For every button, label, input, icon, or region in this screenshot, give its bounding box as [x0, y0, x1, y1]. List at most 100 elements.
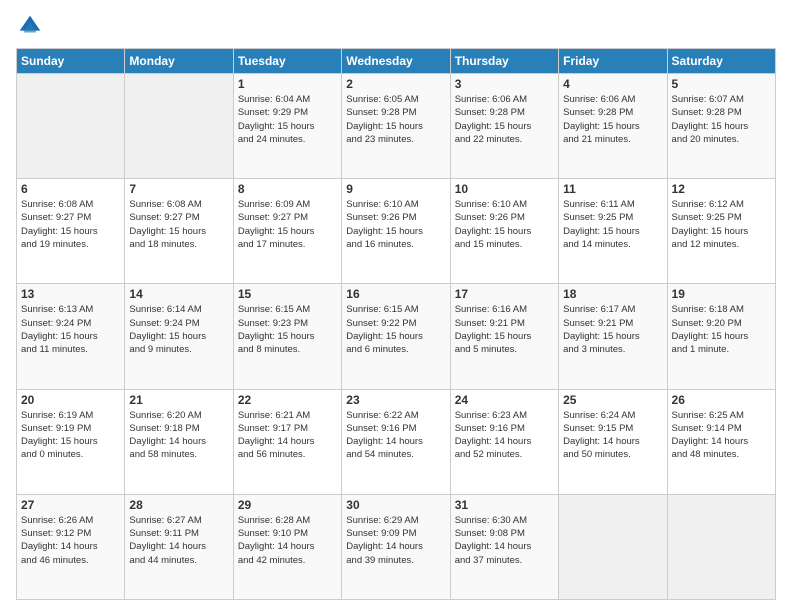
- calendar-cell: 20 Sunrise: 6:19 AM Sunset: 9:19 PM Dayli…: [17, 389, 125, 494]
- weekday-header-wednesday: Wednesday: [342, 49, 450, 74]
- weekday-header-tuesday: Tuesday: [233, 49, 341, 74]
- week-row-4: 20 Sunrise: 6:19 AM Sunset: 9:19 PM Dayli…: [17, 389, 776, 494]
- calendar-cell: 14 Sunrise: 6:14 AM Sunset: 9:24 PM Dayli…: [125, 284, 233, 389]
- day-info: Sunrise: 6:23 AM Sunset: 9:16 PM Dayligh…: [455, 409, 554, 462]
- day-number: 21: [129, 393, 228, 407]
- day-info: Sunrise: 6:21 AM Sunset: 9:17 PM Dayligh…: [238, 409, 337, 462]
- calendar-cell: 24 Sunrise: 6:23 AM Sunset: 9:16 PM Dayli…: [450, 389, 558, 494]
- weekday-header-monday: Monday: [125, 49, 233, 74]
- day-info: Sunrise: 6:29 AM Sunset: 9:09 PM Dayligh…: [346, 514, 445, 567]
- calendar-cell: 19Sunrise: 6:18 AM Sunset: 9:20 PM Dayli…: [667, 284, 775, 389]
- day-number: 14: [129, 287, 228, 301]
- calendar-cell: 25 Sunrise: 6:24 AM Sunset: 9:15 PM Dayli…: [559, 389, 667, 494]
- day-number: 16: [346, 287, 445, 301]
- week-row-1: 1 Sunrise: 6:04 AM Sunset: 9:29 PM Daylig…: [17, 74, 776, 179]
- calendar-cell: 15 Sunrise: 6:15 AM Sunset: 9:23 PM Dayli…: [233, 284, 341, 389]
- week-row-2: 6 Sunrise: 6:08 AM Sunset: 9:27 PM Daylig…: [17, 179, 776, 284]
- day-number: 28: [129, 498, 228, 512]
- day-number: 25: [563, 393, 662, 407]
- logo-icon: [16, 12, 44, 40]
- day-info: Sunrise: 6:27 AM Sunset: 9:11 PM Dayligh…: [129, 514, 228, 567]
- day-info: Sunrise: 6:15 AM Sunset: 9:22 PM Dayligh…: [346, 303, 445, 356]
- day-number: 26: [672, 393, 771, 407]
- day-info: Sunrise: 6:14 AM Sunset: 9:24 PM Dayligh…: [129, 303, 228, 356]
- day-info: Sunrise: 6:30 AM Sunset: 9:08 PM Dayligh…: [455, 514, 554, 567]
- calendar-cell: 11 Sunrise: 6:11 AM Sunset: 9:25 PM Dayli…: [559, 179, 667, 284]
- calendar-cell: [17, 74, 125, 179]
- day-number: 4: [563, 77, 662, 91]
- calendar-cell: 6 Sunrise: 6:08 AM Sunset: 9:27 PM Daylig…: [17, 179, 125, 284]
- calendar-cell: 7 Sunrise: 6:08 AM Sunset: 9:27 PM Daylig…: [125, 179, 233, 284]
- day-number: 11: [563, 182, 662, 196]
- calendar-cell: 13 Sunrise: 6:13 AM Sunset: 9:24 PM Dayli…: [17, 284, 125, 389]
- logo: [16, 12, 48, 40]
- day-info: Sunrise: 6:08 AM Sunset: 9:27 PM Dayligh…: [129, 198, 228, 251]
- calendar-cell: 26Sunrise: 6:25 AM Sunset: 9:14 PM Dayli…: [667, 389, 775, 494]
- day-number: 3: [455, 77, 554, 91]
- day-number: 20: [21, 393, 120, 407]
- week-row-5: 27 Sunrise: 6:26 AM Sunset: 9:12 PM Dayli…: [17, 494, 776, 599]
- week-row-3: 13 Sunrise: 6:13 AM Sunset: 9:24 PM Dayli…: [17, 284, 776, 389]
- day-number: 13: [21, 287, 120, 301]
- calendar-cell: 8 Sunrise: 6:09 AM Sunset: 9:27 PM Daylig…: [233, 179, 341, 284]
- calendar-cell: [667, 494, 775, 599]
- calendar-cell: 3 Sunrise: 6:06 AM Sunset: 9:28 PM Daylig…: [450, 74, 558, 179]
- calendar-cell: 16 Sunrise: 6:15 AM Sunset: 9:22 PM Dayli…: [342, 284, 450, 389]
- day-number: 12: [672, 182, 771, 196]
- page: SundayMondayTuesdayWednesdayThursdayFrid…: [0, 0, 792, 612]
- calendar-cell: 1 Sunrise: 6:04 AM Sunset: 9:29 PM Daylig…: [233, 74, 341, 179]
- calendar-cell: 28 Sunrise: 6:27 AM Sunset: 9:11 PM Dayli…: [125, 494, 233, 599]
- calendar-cell: [559, 494, 667, 599]
- calendar-cell: [125, 74, 233, 179]
- calendar-cell: 21 Sunrise: 6:20 AM Sunset: 9:18 PM Dayli…: [125, 389, 233, 494]
- day-info: Sunrise: 6:08 AM Sunset: 9:27 PM Dayligh…: [21, 198, 120, 251]
- day-number: 15: [238, 287, 337, 301]
- day-number: 17: [455, 287, 554, 301]
- calendar-cell: 23Sunrise: 6:22 AM Sunset: 9:16 PM Dayli…: [342, 389, 450, 494]
- day-info: Sunrise: 6:24 AM Sunset: 9:15 PM Dayligh…: [563, 409, 662, 462]
- day-number: 7: [129, 182, 228, 196]
- day-info: Sunrise: 6:28 AM Sunset: 9:10 PM Dayligh…: [238, 514, 337, 567]
- calendar-cell: 30 Sunrise: 6:29 AM Sunset: 9:09 PM Dayli…: [342, 494, 450, 599]
- day-info: Sunrise: 6:09 AM Sunset: 9:27 PM Dayligh…: [238, 198, 337, 251]
- calendar-cell: 22Sunrise: 6:21 AM Sunset: 9:17 PM Dayli…: [233, 389, 341, 494]
- weekday-header-thursday: Thursday: [450, 49, 558, 74]
- weekday-header-saturday: Saturday: [667, 49, 775, 74]
- weekday-header-row: SundayMondayTuesdayWednesdayThursdayFrid…: [17, 49, 776, 74]
- day-info: Sunrise: 6:10 AM Sunset: 9:26 PM Dayligh…: [346, 198, 445, 251]
- day-info: Sunrise: 6:10 AM Sunset: 9:26 PM Dayligh…: [455, 198, 554, 251]
- day-info: Sunrise: 6:11 AM Sunset: 9:25 PM Dayligh…: [563, 198, 662, 251]
- day-number: 23: [346, 393, 445, 407]
- day-number: 29: [238, 498, 337, 512]
- day-number: 27: [21, 498, 120, 512]
- day-number: 10: [455, 182, 554, 196]
- day-number: 1: [238, 77, 337, 91]
- day-number: 24: [455, 393, 554, 407]
- day-info: Sunrise: 6:16 AM Sunset: 9:21 PM Dayligh…: [455, 303, 554, 356]
- day-number: 19: [672, 287, 771, 301]
- calendar-cell: 27 Sunrise: 6:26 AM Sunset: 9:12 PM Dayli…: [17, 494, 125, 599]
- day-info: Sunrise: 6:06 AM Sunset: 9:28 PM Dayligh…: [563, 93, 662, 146]
- day-number: 6: [21, 182, 120, 196]
- day-number: 2: [346, 77, 445, 91]
- calendar-cell: 5Sunrise: 6:07 AM Sunset: 9:28 PM Daylig…: [667, 74, 775, 179]
- calendar-cell: 29 Sunrise: 6:28 AM Sunset: 9:10 PM Dayli…: [233, 494, 341, 599]
- day-info: Sunrise: 6:15 AM Sunset: 9:23 PM Dayligh…: [238, 303, 337, 356]
- day-info: Sunrise: 6:17 AM Sunset: 9:21 PM Dayligh…: [563, 303, 662, 356]
- calendar-cell: 9 Sunrise: 6:10 AM Sunset: 9:26 PM Daylig…: [342, 179, 450, 284]
- calendar-cell: 4 Sunrise: 6:06 AM Sunset: 9:28 PM Daylig…: [559, 74, 667, 179]
- day-info: Sunrise: 6:06 AM Sunset: 9:28 PM Dayligh…: [455, 93, 554, 146]
- day-info: Sunrise: 6:20 AM Sunset: 9:18 PM Dayligh…: [129, 409, 228, 462]
- day-info: Sunrise: 6:26 AM Sunset: 9:12 PM Dayligh…: [21, 514, 120, 567]
- day-info: Sunrise: 6:07 AM Sunset: 9:28 PM Dayligh…: [672, 93, 771, 146]
- calendar-cell: 2 Sunrise: 6:05 AM Sunset: 9:28 PM Daylig…: [342, 74, 450, 179]
- day-info: Sunrise: 6:19 AM Sunset: 9:19 PM Dayligh…: [21, 409, 120, 462]
- day-info: Sunrise: 6:04 AM Sunset: 9:29 PM Dayligh…: [238, 93, 337, 146]
- day-info: Sunrise: 6:05 AM Sunset: 9:28 PM Dayligh…: [346, 93, 445, 146]
- weekday-header-friday: Friday: [559, 49, 667, 74]
- calendar-cell: 18Sunrise: 6:17 AM Sunset: 9:21 PM Dayli…: [559, 284, 667, 389]
- day-number: 30: [346, 498, 445, 512]
- day-number: 9: [346, 182, 445, 196]
- day-number: 8: [238, 182, 337, 196]
- day-info: Sunrise: 6:13 AM Sunset: 9:24 PM Dayligh…: [21, 303, 120, 356]
